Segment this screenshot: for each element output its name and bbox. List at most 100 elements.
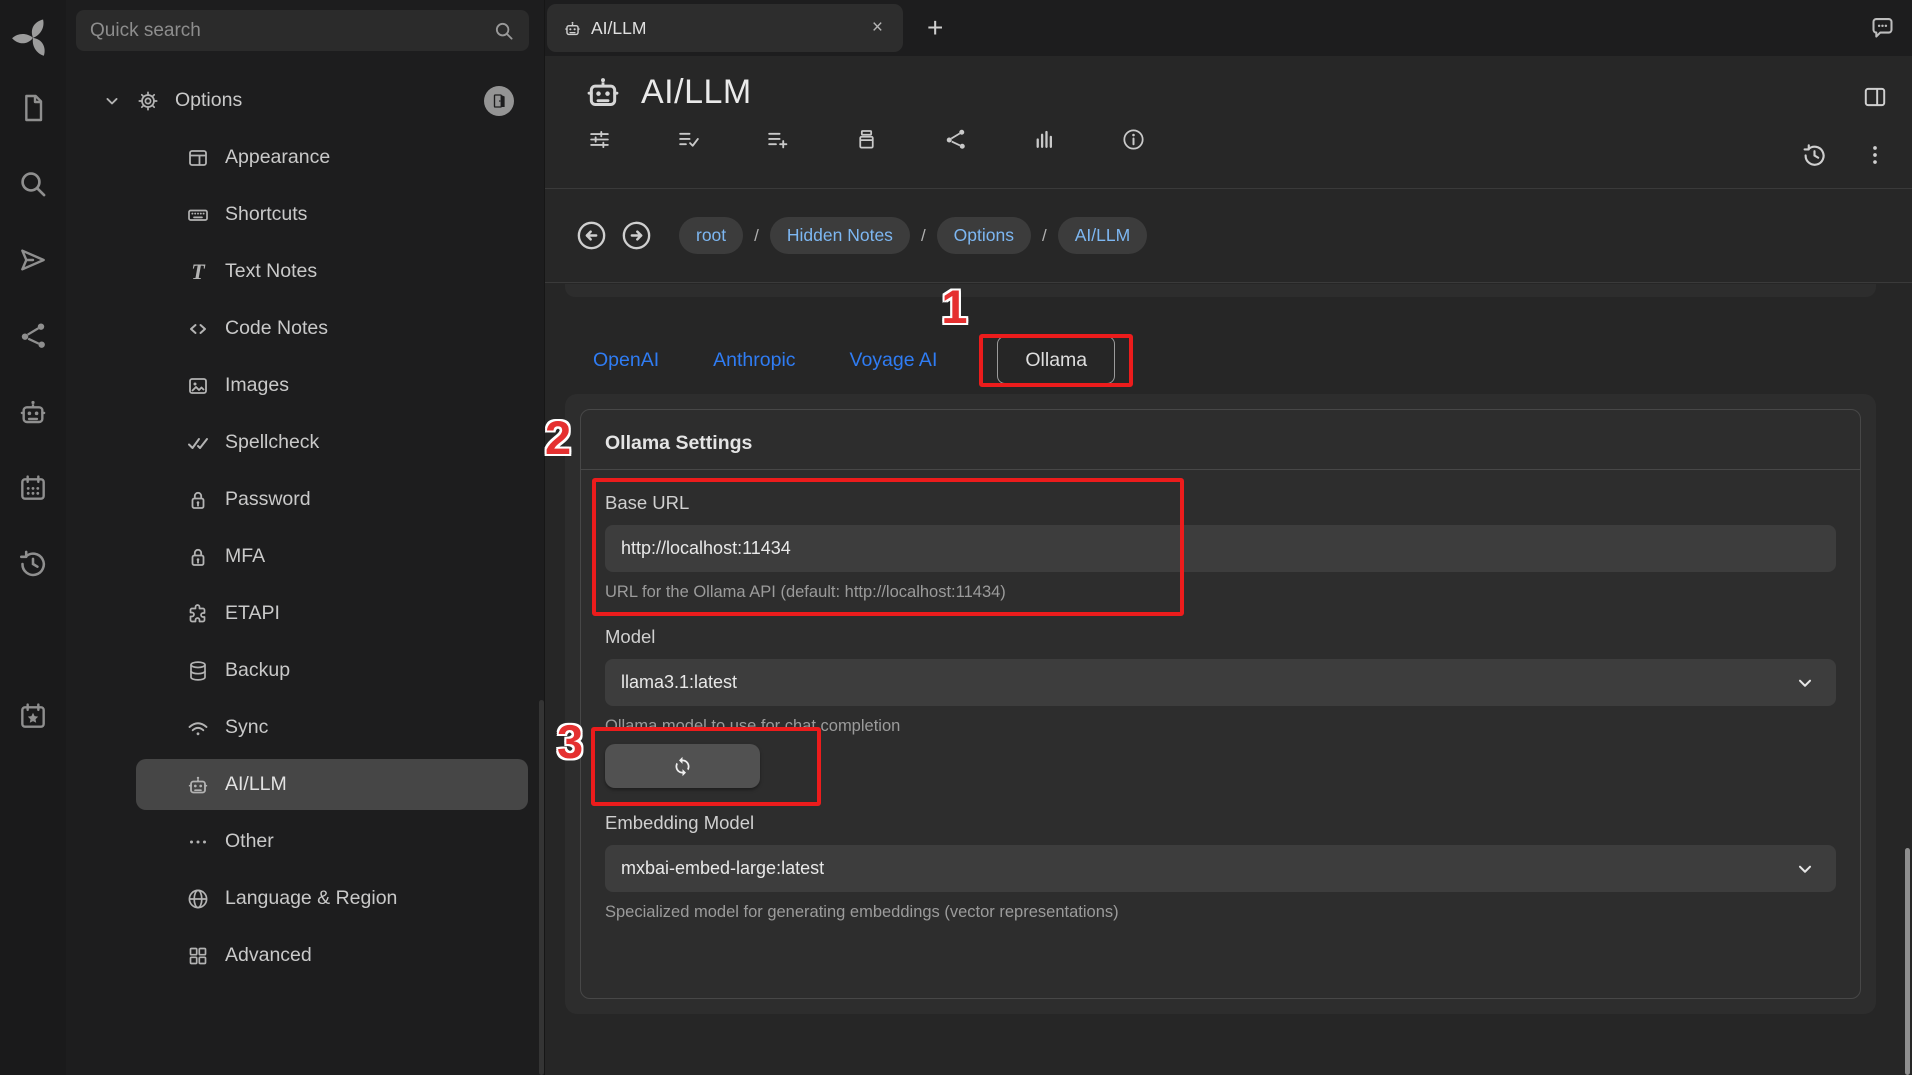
refresh-models-button[interactable] (605, 744, 760, 788)
breadcrumb-row: root / Hidden Notes / Options / AI/LLM (545, 189, 1912, 282)
refresh-models-wrap: 3 (605, 744, 760, 788)
tab-ollama-wrap: Ollama 1 (997, 349, 1115, 372)
lock-icon (186, 488, 210, 512)
tree-item-label: Password (225, 488, 311, 511)
breadcrumb-separator: / (1042, 226, 1047, 246)
kebab-menu-icon[interactable] (1862, 142, 1888, 168)
embedding-model-select[interactable]: mxbai-embed-large:latest (605, 845, 1836, 892)
tree-scrollbar[interactable] (539, 700, 544, 1075)
breadcrumb: root / Hidden Notes / Options / AI/LLM (679, 217, 1147, 254)
tree-item-etapi[interactable]: ETAPI (136, 588, 528, 639)
breadcrumb-separator: / (754, 226, 759, 246)
tree-item-label: MFA (225, 545, 265, 568)
letter-t-icon: T (186, 260, 210, 284)
annotation-number-2: 2 (545, 410, 571, 465)
section-heading: Ollama Settings (605, 432, 1836, 455)
double-check-icon (186, 431, 210, 455)
ollama-settings-panel: 2 Ollama Settings Base URL URL for the O… (580, 409, 1861, 999)
tree-item-options[interactable]: Options (66, 75, 544, 126)
tree-item-label: Spellcheck (225, 431, 319, 454)
bookmarks-icon[interactable] (17, 700, 49, 732)
tree-item-label: AI/LLM (225, 773, 287, 796)
tree-item-language-region[interactable]: Language & Region (136, 873, 528, 924)
search-icon[interactable] (493, 20, 515, 42)
tree-item-shortcuts[interactable]: Shortcuts (136, 189, 528, 240)
embedding-model-select-value: mxbai-embed-large:latest (621, 858, 824, 879)
ai-chat-icon[interactable] (17, 396, 49, 428)
base-url-label: Base URL (605, 492, 1836, 514)
note-map-icon[interactable] (943, 127, 968, 152)
tree-item-label: Appearance (225, 146, 330, 169)
breadcrumb-root[interactable]: root (679, 217, 743, 254)
tree-item-ai-llm[interactable]: AI/LLM (136, 759, 528, 810)
tree-item-password[interactable]: Password (136, 474, 528, 525)
lock-icon (186, 545, 210, 569)
tree-item-label: Language & Region (225, 887, 397, 910)
model-help: Ollama model to use for chat completion (605, 717, 1836, 736)
tab-anthropic[interactable]: Anthropic (713, 349, 795, 372)
note-tree-panel: Options Appearance Shortcuts T Text Note… (66, 0, 545, 1075)
quick-search-box[interactable] (76, 10, 529, 51)
tree-item-label: Shortcuts (225, 203, 307, 226)
section-divider (581, 469, 1860, 470)
note-title-row: AI/LLM (583, 72, 1912, 112)
tree-item-label: Options (175, 89, 242, 112)
app-window: Options Appearance Shortcuts T Text Note… (0, 0, 1912, 1075)
settings-content: OpenAI Anthropic Voyage AI Ollama 1 2 Ol… (545, 282, 1912, 1075)
breadcrumb-separator: / (921, 226, 926, 246)
tree-item-backup[interactable]: Backup (136, 645, 528, 696)
tree-item-label: Images (225, 374, 289, 397)
tree-item-code-notes[interactable]: Code Notes (136, 303, 528, 354)
promoted-attributes-icon[interactable] (765, 127, 790, 152)
ellipsis-icon (186, 830, 210, 854)
tab-voyage-ai[interactable]: Voyage AI (850, 349, 938, 372)
forward-button[interactable] (620, 219, 653, 252)
model-select[interactable]: llama3.1:latest (605, 659, 1836, 706)
tab-ollama[interactable]: Ollama (997, 336, 1115, 384)
basic-properties-icon[interactable] (587, 127, 612, 152)
model-group: Model llama3.1:latest Ollama model to us… (605, 626, 1836, 788)
note-revisions-icon[interactable] (1801, 142, 1828, 169)
tree-item-sync[interactable]: Sync (136, 702, 528, 753)
refresh-icon (672, 756, 693, 777)
split-panel-icon[interactable] (1862, 84, 1888, 110)
tree-item-images[interactable]: Images (136, 360, 528, 411)
tree-item-text-notes[interactable]: T Text Notes (136, 246, 528, 297)
annotation-number-3: 3 (557, 714, 583, 769)
tree-item-mfa[interactable]: MFA (136, 531, 528, 582)
back-button[interactable] (575, 219, 608, 252)
similar-notes-icon[interactable] (1032, 127, 1057, 152)
new-tab-button[interactable]: + (927, 14, 943, 42)
note-info-icon[interactable] (1121, 127, 1146, 152)
quick-search-input[interactable] (90, 20, 493, 42)
page-title: AI/LLM (641, 73, 752, 112)
tree-item-label: Backup (225, 659, 290, 682)
breadcrumb-ai-llm[interactable]: AI/LLM (1058, 217, 1147, 254)
calendar-icon[interactable] (17, 472, 49, 504)
tree-item-spellcheck[interactable]: Spellcheck (136, 417, 528, 468)
tab-ai-llm[interactable]: AI/LLM × (547, 4, 903, 52)
tab-bar: AI/LLM × + (545, 0, 1912, 56)
chevron-down-icon[interactable] (102, 91, 122, 111)
content-scrollbar[interactable] (1905, 848, 1910, 1075)
tab-openai[interactable]: OpenAI (593, 349, 659, 372)
database-icon (186, 659, 210, 683)
trilium-logo-icon (11, 14, 55, 58)
breadcrumb-hidden-notes[interactable]: Hidden Notes (770, 217, 910, 254)
new-note-icon[interactable] (17, 92, 49, 124)
breadcrumb-options[interactable]: Options (937, 217, 1031, 254)
owned-attributes-icon[interactable] (676, 127, 701, 152)
note-map-icon[interactable] (17, 320, 49, 352)
chevron-down-icon (1794, 672, 1816, 694)
base-url-input[interactable] (605, 525, 1836, 572)
chat-bubble-icon[interactable] (1869, 14, 1896, 41)
tree-item-advanced[interactable]: Advanced (136, 930, 528, 981)
note-paths-icon[interactable] (854, 127, 879, 152)
tree-item-other[interactable]: Other (136, 816, 528, 867)
tree-item-appearance[interactable]: Appearance (136, 132, 528, 183)
options-badge-button[interactable] (484, 86, 514, 116)
jump-to-note-icon[interactable] (17, 244, 49, 276)
recent-changes-icon[interactable] (17, 548, 49, 580)
search-icon[interactable] (17, 168, 49, 200)
close-tab-button[interactable]: × (868, 17, 887, 39)
